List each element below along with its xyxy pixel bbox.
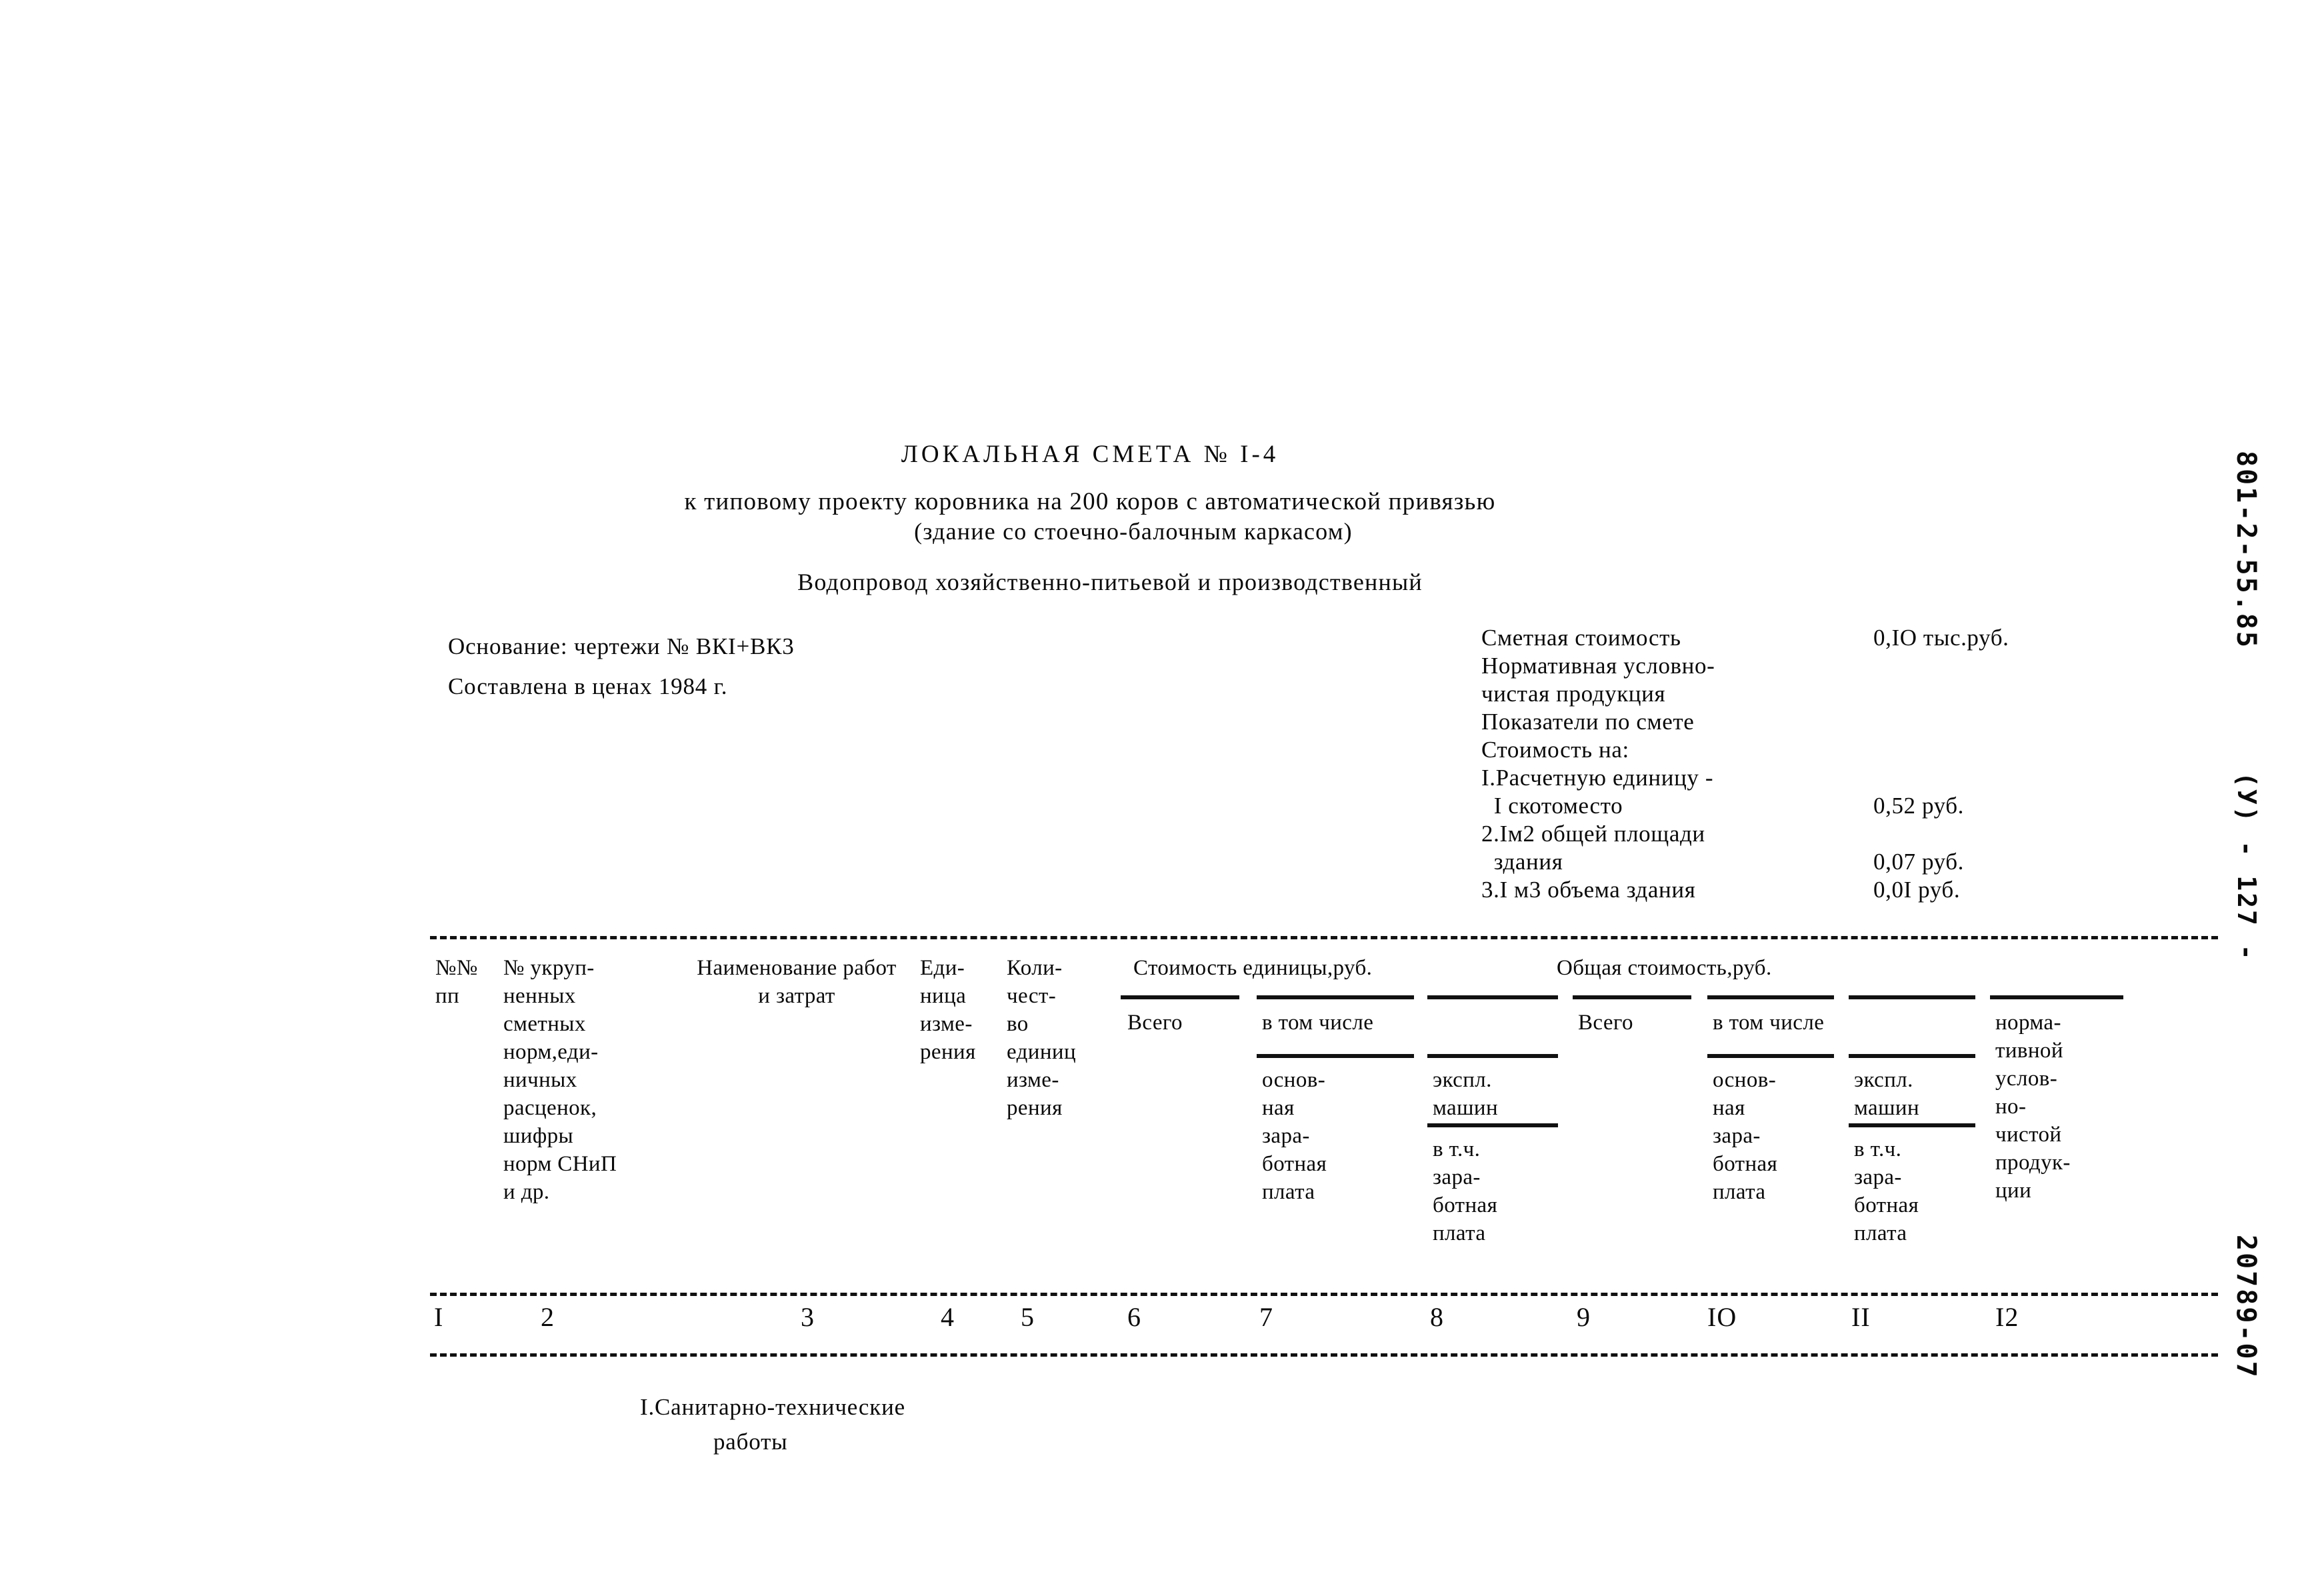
- summary-label: Показатели по смете: [1481, 709, 1695, 735]
- rule-total-wage: [1707, 1054, 1834, 1058]
- header-unit-machines-wage: в т.ч. зара- ботная плата: [1433, 1137, 1498, 1245]
- column-number: 8: [1430, 1302, 1444, 1332]
- column-number: I: [434, 1302, 444, 1332]
- section-heading: I.Санитарно-технические работы: [640, 1390, 905, 1459]
- header-group-total-cost: Общая стоимость,руб.: [1557, 956, 1772, 980]
- rule-total-among-a: [1707, 995, 1834, 999]
- rule-total-machines: [1849, 1054, 1975, 1058]
- summary-row: здания 0,07 руб.: [1481, 848, 2201, 876]
- column-number: 2: [541, 1302, 555, 1332]
- rule-total-among-b: [1849, 995, 1975, 999]
- column-number-row: I 2 3 4 5 6 7 8 9 IO II I2: [430, 1296, 2218, 1353]
- summary-label: 2.Iм2 общей площади: [1481, 821, 1705, 847]
- margin-document-code: 801-2-55.85: [2231, 451, 2261, 649]
- column-number: 3: [801, 1302, 815, 1332]
- header-col-no: №№ пп: [435, 956, 478, 1008]
- document-page: ЛОКАЛЬНАЯ СМЕТА № I-4 к типовому проекту…: [0, 0, 2298, 1596]
- header-total-among: в том числе: [1713, 1011, 1825, 1035]
- summary-label: I скотоместо: [1481, 793, 1623, 819]
- header-col-quantity: Коли- чест- во единиц изме- рения: [1007, 956, 1077, 1120]
- summary-label: здания: [1481, 849, 1563, 875]
- summary-row: Сметная стоимость 0,IO тыс.руб.: [1481, 624, 2201, 652]
- column-number: I2: [1995, 1302, 2019, 1332]
- rule-total-machines-wage: [1849, 1123, 1975, 1127]
- page-title: ЛОКАЛЬНАЯ СМЕТА № I-4: [901, 441, 1279, 468]
- header-group-unit-cost: Стоимость единицы,руб.: [1133, 956, 1373, 980]
- subtitle-building-type: (здание со стоечно-балочным каркасом): [914, 518, 1353, 545]
- header-total-machines-wage: в т.ч. зара- ботная плата: [1854, 1137, 1919, 1245]
- column-number: 6: [1127, 1302, 1141, 1332]
- header-col-norm-code: № укруп- ненных сметных норм,еди- ничных…: [503, 956, 617, 1204]
- summary-label: чистая продукция: [1481, 681, 1666, 707]
- summary-row: Показатели по смете: [1481, 708, 2201, 736]
- header-unit-total: Всего: [1127, 1011, 1183, 1035]
- summary-row: I скотоместо 0,52 руб.: [1481, 792, 2201, 820]
- summary-row: 2.Iм2 общей площади: [1481, 820, 2201, 848]
- margin-archive-code: 20789-07: [2231, 1235, 2261, 1379]
- margin-page-reference: (У) - 127 -: [2232, 772, 2261, 962]
- subtitle-project: к типовому проекту коровника на 200 коро…: [684, 488, 1496, 515]
- summary-label: I.Расчетную единицу -: [1481, 765, 1714, 791]
- summary-label: Стоимость на:: [1481, 737, 1629, 763]
- header-unit-among: в том числе: [1262, 1011, 1374, 1035]
- info-right-block: Сметная стоимость 0,IO тыс.руб. Норматив…: [1481, 624, 2201, 904]
- rule-unit-machines-wage: [1427, 1123, 1558, 1127]
- column-number: 7: [1259, 1302, 1273, 1332]
- column-number: IO: [1707, 1302, 1737, 1332]
- rule-unit-among-a: [1257, 995, 1414, 999]
- column-number: II: [1851, 1302, 1871, 1332]
- rule-total-npp: [1990, 995, 2123, 999]
- column-number: 4: [941, 1302, 955, 1332]
- summary-row: 3.I м3 объема здания 0,0I руб.: [1481, 876, 2201, 904]
- summary-row: Стоимость на:: [1481, 736, 2201, 764]
- summary-row: Нормативная условно-: [1481, 652, 2201, 680]
- summary-label: Сметная стоимость: [1481, 625, 1681, 651]
- summary-row: чистая продукция: [1481, 680, 2201, 708]
- summary-row: I.Расчетную единицу -: [1481, 764, 2201, 792]
- summary-label: Нормативная условно-: [1481, 653, 1715, 679]
- summary-value: 0,0I руб.: [1873, 877, 1961, 903]
- prices-line: Составлена в ценах 1984 г.: [448, 673, 728, 699]
- table-colnum-bottom-border: [430, 1353, 2218, 1357]
- column-number: 9: [1577, 1302, 1591, 1332]
- summary-value: 0,IO тыс.руб.: [1873, 625, 2009, 651]
- basis-line: Основание: чертежи № ВКI+ВК3: [448, 633, 795, 659]
- header-unit-machines: экспл. машин: [1433, 1068, 1499, 1120]
- subtitle-system: Водопровод хозяйственно-питьевой и произ…: [797, 569, 1423, 595]
- table-header: №№ пп № укруп- ненных сметных норм,еди- …: [430, 939, 2218, 1293]
- rule-unit-machines: [1427, 1054, 1558, 1058]
- section-heading-line-1: I.Санитарно-технические: [640, 1394, 905, 1420]
- rule-total-total: [1573, 995, 1691, 999]
- header-total-basic-wage: основ- ная зара- ботная плата: [1713, 1068, 1778, 1204]
- estimate-table: №№ пп № укруп- ненных сметных норм,еди- …: [430, 936, 2218, 1357]
- title-block: ЛОКАЛЬНАЯ СМЕТА № I-4 к типовому проекту…: [0, 440, 2180, 596]
- header-total-machines: экспл. машин: [1854, 1068, 1920, 1120]
- header-col-work-name: Наименование работ и затрат: [697, 956, 897, 1008]
- summary-value: 0,07 руб.: [1873, 849, 1965, 875]
- section-heading-line-2: работы: [713, 1429, 788, 1455]
- header-col-unit: Еди- ница изме- рения: [920, 956, 976, 1064]
- summary-label: 3.I м3 объема здания: [1481, 877, 1696, 903]
- rule-unit-wage: [1257, 1054, 1414, 1058]
- summary-value: 0,52 руб.: [1873, 793, 1965, 819]
- info-left-block: Основание: чертежи № ВКI+ВК3 Составлена …: [448, 627, 795, 707]
- header-unit-basic-wage: основ- ная зара- ботная плата: [1262, 1068, 1327, 1204]
- header-total-npp: норма- тивной услов- но- чистой продук- …: [1995, 1011, 2071, 1203]
- rule-unit-total: [1121, 995, 1239, 999]
- header-total-total: Всего: [1578, 1011, 1633, 1035]
- column-number: 5: [1021, 1302, 1035, 1332]
- rule-unit-among-b: [1427, 995, 1558, 999]
